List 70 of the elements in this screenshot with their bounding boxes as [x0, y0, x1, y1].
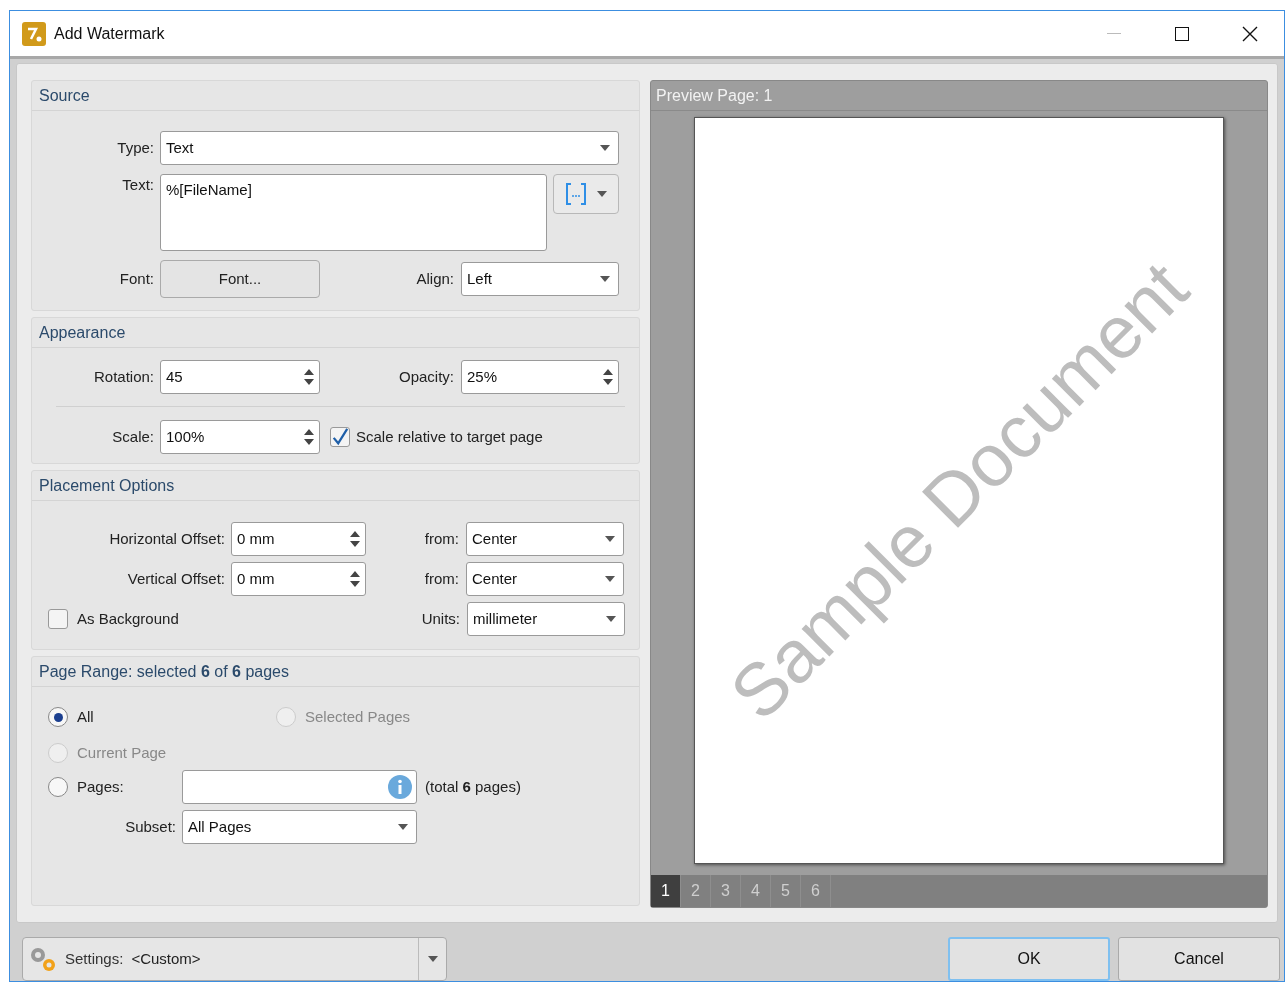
settings-dropdown[interactable]: Settings: <Custom>: [22, 937, 447, 981]
font-button[interactable]: Font...: [160, 260, 320, 298]
spinner-arrows-icon: [304, 428, 314, 446]
field-label: Font:: [118, 268, 155, 289]
checkbox-label: As Background: [77, 608, 179, 629]
caret-icon: [600, 276, 610, 282]
close-icon: [1242, 25, 1258, 42]
spinner-arrows-icon: [350, 530, 360, 548]
bracket-icon: [565, 182, 587, 206]
caret-icon: [606, 616, 616, 622]
field-label: Vertical Offset:: [126, 568, 226, 589]
option-label: All: [77, 706, 94, 727]
caret-icon: [605, 536, 615, 542]
spinner-arrows-icon: [603, 368, 613, 386]
spinner-arrows-icon: [350, 570, 360, 588]
dropdown[interactable]: Center: [466, 522, 624, 556]
text-area[interactable]: %[FileName]: [160, 174, 547, 251]
spin-box[interactable]: 45: [160, 360, 320, 394]
field-label: Settings:: [65, 948, 124, 969]
spin-box[interactable]: 25%: [461, 360, 619, 394]
field-label: Subset:: [124, 816, 177, 837]
dropdown[interactable]: Text: [160, 131, 619, 165]
caret-icon: [398, 824, 408, 830]
cancel-button[interactable]: Cancel: [1118, 937, 1280, 981]
window-title: Add Watermark: [54, 23, 165, 44]
radio-button[interactable]: [48, 707, 68, 727]
spinner-arrows-icon: [304, 368, 314, 386]
field-label: Text:: [121, 175, 155, 195]
ok-button[interactable]: OK: [948, 937, 1110, 981]
field-label: from:: [423, 568, 460, 589]
caret-icon: [605, 576, 615, 582]
dropdown[interactable]: All Pages: [182, 810, 417, 844]
option-label: Selected Pages: [305, 706, 411, 727]
checkbox-label: Scale relative to target page: [356, 426, 543, 447]
total-pages-text: (total 6 pages): [425, 776, 521, 797]
info-icon: [388, 775, 412, 799]
spin-box[interactable]: 100%: [160, 420, 320, 454]
caret-icon: [597, 191, 607, 197]
caret-icon: [600, 145, 610, 151]
section-title: Page Range: selected 6 of 6 pages: [32, 657, 639, 687]
dropdown-value: <Custom>: [131, 948, 202, 969]
spin-box[interactable]: 0 mm: [231, 522, 366, 556]
field-label: Opacity:: [397, 366, 455, 387]
caret-icon: [427, 956, 438, 962]
maximize-icon: [1175, 26, 1189, 41]
field-label: from:: [423, 528, 460, 549]
section-title: Appearance: [32, 318, 639, 348]
section-title: Source: [32, 81, 639, 111]
field-label: Scale:: [111, 426, 155, 447]
field-label: Type:: [116, 137, 155, 158]
minimize-icon: [1107, 32, 1121, 35]
option-label: Pages:: [77, 776, 124, 797]
field-label: Rotation:: [92, 366, 155, 387]
page-tab[interactable]: 1: [651, 875, 681, 907]
checkbox[interactable]: [330, 427, 350, 447]
preview-title: Preview Page: 1: [651, 81, 1267, 111]
field-label: Align:: [415, 268, 455, 289]
dropdown[interactable]: Left: [461, 262, 619, 296]
option-label: Current Page: [77, 742, 167, 763]
app-icon: [22, 21, 46, 46]
pages-field[interactable]: [182, 770, 417, 804]
field-label: Horizontal Offset:: [108, 528, 226, 549]
dropdown[interactable]: millimeter: [467, 602, 625, 636]
macro-button[interactable]: [553, 174, 619, 214]
radio-button[interactable]: [48, 777, 68, 797]
spin-box[interactable]: 0 mm: [231, 562, 366, 596]
dropdown[interactable]: Center: [466, 562, 624, 596]
section-title: Placement Options: [32, 471, 639, 501]
checkbox[interactable]: [48, 609, 68, 629]
field-label: Units:: [420, 608, 461, 629]
